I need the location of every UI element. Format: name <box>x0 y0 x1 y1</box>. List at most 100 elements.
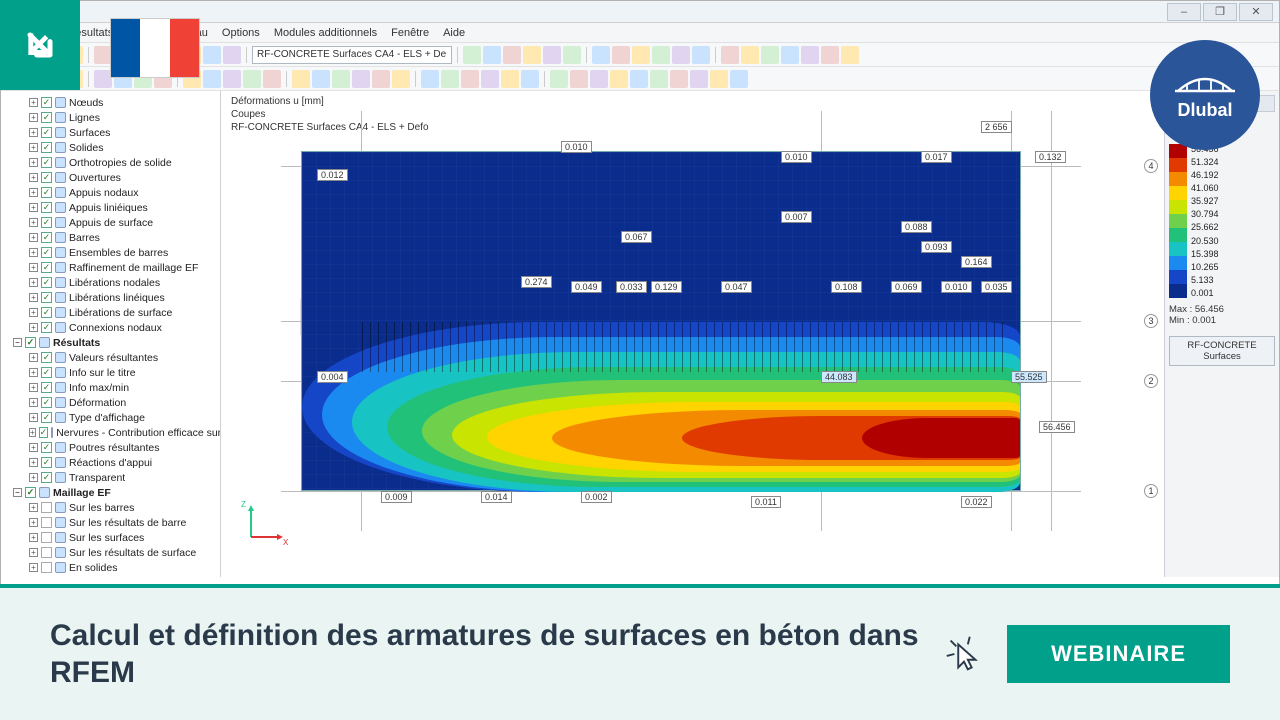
toolbar-icon[interactable] <box>612 46 630 64</box>
tree-item[interactable]: +✓Sur les résultats de surface <box>5 545 218 560</box>
expand-icon[interactable]: – <box>13 488 22 497</box>
expand-icon[interactable]: + <box>29 158 38 167</box>
toolbar-icon[interactable] <box>801 46 819 64</box>
toolbar-icon[interactable] <box>521 70 539 88</box>
checkbox[interactable]: ✓ <box>41 172 52 183</box>
tree-item[interactable]: +✓Libérations nodales <box>5 275 218 290</box>
navigator-tree[interactable]: +✓Nœuds+✓Lignes+✓Surfaces+✓Solides+✓Orth… <box>1 91 221 577</box>
expand-icon[interactable]: + <box>29 473 38 482</box>
checkbox[interactable]: ✓ <box>41 97 52 108</box>
toolbar-icon[interactable] <box>223 70 241 88</box>
toolbar-icon[interactable] <box>441 70 459 88</box>
checkbox[interactable]: ✓ <box>41 352 52 363</box>
toolbar-icon[interactable] <box>670 70 688 88</box>
toolbar-icon[interactable] <box>503 46 521 64</box>
toolbar-icon[interactable] <box>730 70 748 88</box>
toolbar-icon[interactable] <box>570 70 588 88</box>
checkbox[interactable]: ✓ <box>41 442 52 453</box>
tree-item[interactable]: +✓Sur les résultats de barre <box>5 515 218 530</box>
minimize-button[interactable]: – <box>1167 3 1201 21</box>
checkbox[interactable]: ✓ <box>39 427 49 438</box>
checkbox[interactable]: ✓ <box>41 127 52 138</box>
menu-item[interactable]: Aide <box>443 27 465 39</box>
checkbox[interactable]: ✓ <box>25 487 36 498</box>
checkbox[interactable]: ✓ <box>41 142 52 153</box>
toolbar-icon[interactable] <box>461 70 479 88</box>
tree-item[interactable]: +✓Info max/min <box>5 380 218 395</box>
checkbox[interactable]: ✓ <box>41 262 52 273</box>
toolbar-icon[interactable] <box>781 46 799 64</box>
tree-item[interactable]: –✓Maillage EF <box>5 485 218 500</box>
module-button[interactable]: RF-CONCRETE Surfaces <box>1169 336 1275 366</box>
expand-icon[interactable]: + <box>29 353 38 362</box>
toolbar-icon[interactable] <box>392 70 410 88</box>
expand-icon[interactable]: + <box>29 173 38 182</box>
checkbox[interactable]: ✓ <box>41 232 52 243</box>
checkbox[interactable]: ✓ <box>41 397 52 408</box>
toolbar-icon[interactable] <box>710 70 728 88</box>
toolbar-icon[interactable] <box>761 46 779 64</box>
expand-icon[interactable]: + <box>29 233 38 242</box>
tree-item[interactable]: +✓Appuis liniéiques <box>5 200 218 215</box>
checkbox[interactable]: ✓ <box>41 112 52 123</box>
toolbar-icon[interactable] <box>630 70 648 88</box>
menu-item[interactable]: Options <box>222 27 260 39</box>
toolbar-icon[interactable] <box>523 46 541 64</box>
expand-icon[interactable]: + <box>29 203 38 212</box>
checkbox[interactable]: ✓ <box>41 322 52 333</box>
expand-icon[interactable]: + <box>29 533 38 542</box>
expand-icon[interactable]: + <box>29 263 38 272</box>
tree-item[interactable]: +✓Type d'affichage <box>5 410 218 425</box>
restore-button[interactable]: ❐ <box>1203 3 1237 21</box>
close-button[interactable]: ✕ <box>1239 3 1273 21</box>
expand-icon[interactable]: + <box>29 563 38 572</box>
expand-icon[interactable]: + <box>29 443 38 452</box>
tree-item[interactable]: +✓Déformation <box>5 395 218 410</box>
toolbar-icon[interactable] <box>741 46 759 64</box>
tree-item[interactable]: +✓Poutres résultantes <box>5 440 218 455</box>
checkbox[interactable]: ✓ <box>41 532 52 543</box>
tree-item[interactable]: +✓Sur les barres <box>5 500 218 515</box>
expand-icon[interactable]: + <box>29 113 38 122</box>
toolbar-icon[interactable] <box>590 70 608 88</box>
expand-icon[interactable]: + <box>29 428 36 437</box>
checkbox[interactable]: ✓ <box>41 307 52 318</box>
tree-item[interactable]: +✓Surfaces <box>5 125 218 140</box>
checkbox[interactable]: ✓ <box>41 187 52 198</box>
toolbar-icon[interactable] <box>203 46 221 64</box>
toolbar-icon[interactable] <box>243 70 261 88</box>
expand-icon[interactable]: + <box>29 323 38 332</box>
checkbox[interactable]: ✓ <box>41 502 52 513</box>
expand-icon[interactable]: + <box>29 548 38 557</box>
tree-item[interactable]: +✓Lignes <box>5 110 218 125</box>
expand-icon[interactable]: + <box>29 503 38 512</box>
expand-icon[interactable]: + <box>29 278 38 287</box>
tree-item[interactable]: +✓En solides <box>5 560 218 575</box>
tree-item[interactable]: +✓Libérations de surface <box>5 305 218 320</box>
toolbar-icon[interactable] <box>592 46 610 64</box>
toolbar-icon[interactable] <box>841 46 859 64</box>
expand-icon[interactable]: – <box>13 338 22 347</box>
toolbar-icon[interactable] <box>421 70 439 88</box>
toolbar-icon[interactable] <box>463 46 481 64</box>
tree-item[interactable]: +✓Ouvertures <box>5 170 218 185</box>
toolbar-icon[interactable] <box>203 70 221 88</box>
tree-item[interactable]: +✓Libérations linéiques <box>5 290 218 305</box>
toolbar-icon[interactable] <box>650 70 668 88</box>
expand-icon[interactable]: + <box>29 128 38 137</box>
toolbar-icon[interactable] <box>610 70 628 88</box>
expand-icon[interactable]: + <box>29 308 38 317</box>
toolbar-icon[interactable] <box>312 70 330 88</box>
tree-item[interactable]: +✓Nœuds <box>5 95 218 110</box>
expand-icon[interactable]: + <box>29 293 38 302</box>
checkbox[interactable]: ✓ <box>41 367 52 378</box>
checkbox[interactable]: ✓ <box>41 562 52 573</box>
checkbox[interactable]: ✓ <box>41 517 52 528</box>
expand-icon[interactable]: + <box>29 518 38 527</box>
tree-item[interactable]: +✓Info sur le titre <box>5 365 218 380</box>
expand-icon[interactable]: + <box>29 143 38 152</box>
checkbox[interactable]: ✓ <box>41 547 52 558</box>
toolbar-icon[interactable] <box>690 70 708 88</box>
toolbar-icon[interactable] <box>632 46 650 64</box>
toolbar-icon[interactable] <box>481 70 499 88</box>
